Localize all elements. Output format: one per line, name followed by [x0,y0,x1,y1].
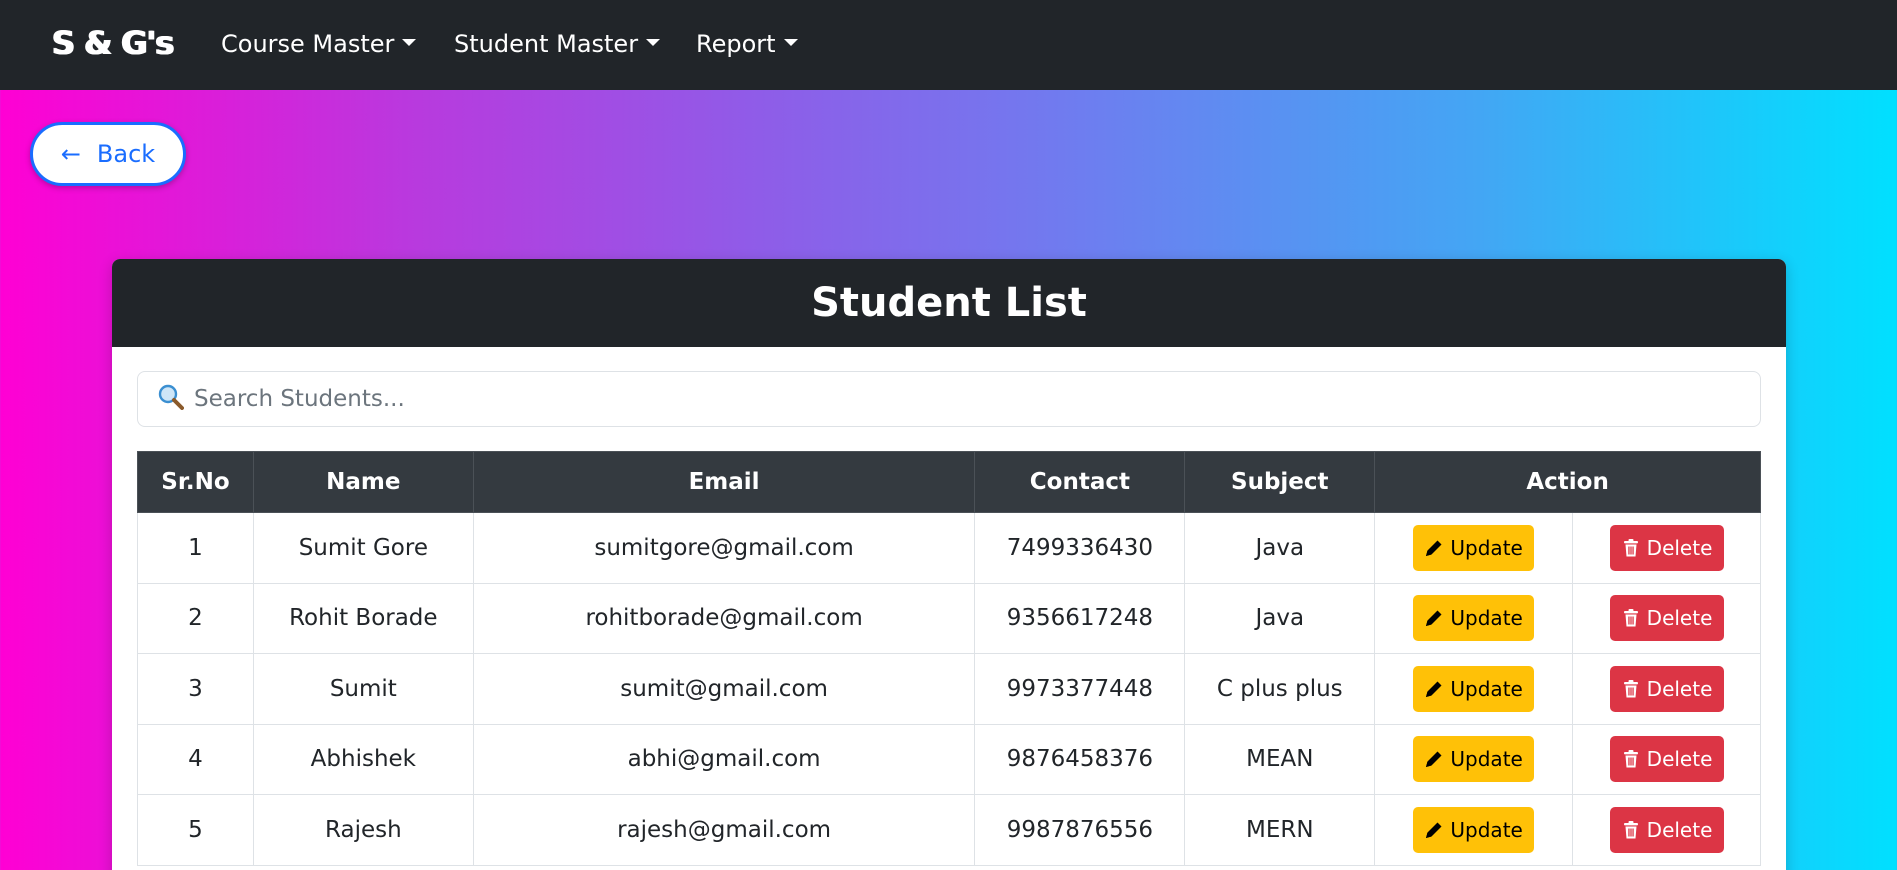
cell-subject: Java [1184,512,1376,584]
cell-contact: 9876458376 [974,723,1186,795]
table-header-row: Sr.No Name Email Contact Subject Action [137,451,1761,513]
back-button[interactable]: ← Back [30,122,186,186]
delete-button[interactable]: Delete [1609,806,1724,853]
pencil-icon [1426,822,1442,838]
update-label: Update [1450,747,1523,772]
trash-icon [1623,679,1638,698]
pencil-icon [1426,681,1442,697]
cell-delete: Delete [1572,582,1761,654]
update-label: Update [1450,676,1523,701]
update-button[interactable]: Update [1413,524,1535,571]
cell-update: Update [1374,582,1574,654]
navbar: S & G's Course Master Student Master Rep… [0,0,1897,90]
cell-srno: 1 [137,512,254,584]
cell-name: Sumit [252,653,474,725]
student-table: Sr.No Name Email Contact Subject Action … [137,451,1761,866]
cell-subject: Java [1184,582,1376,654]
cell-name: Rajesh [252,794,474,866]
cell-name: Abhishek [252,723,474,795]
update-button[interactable]: Update [1413,595,1535,642]
trash-icon [1623,820,1638,839]
update-button[interactable]: Update [1413,806,1535,853]
nav-item-label: Student Master [454,30,639,58]
pencil-icon [1426,751,1442,768]
delete-button[interactable]: Delete [1609,665,1724,712]
cell-delete: Delete [1572,723,1761,795]
table-row: 2 Rohit Borade rohitborade@gmail.com 935… [137,582,1761,654]
cell-subject: MERN [1184,794,1376,866]
nav-item-label: Report [696,30,776,58]
delete-label: Delete [1646,535,1713,560]
cell-email: sumit@gmail.com [472,653,976,725]
cell-subject: C plus plus [1184,653,1376,725]
cell-delete: Delete [1572,653,1761,725]
cell-name: Sumit Gore [252,512,474,584]
cell-srno: 3 [137,653,254,725]
delete-button[interactable]: Delete [1609,595,1724,642]
delete-label: Delete [1646,747,1713,772]
cell-srno: 4 [137,723,254,795]
cell-srno: 2 [137,582,254,654]
header-action: Action [1374,451,1761,513]
delete-button[interactable]: Delete [1609,736,1724,783]
cell-subject: MEAN [1184,723,1376,795]
update-button[interactable]: Update [1413,736,1535,783]
caret-down-icon [783,38,798,46]
back-button-label: Back [96,140,156,168]
student-list-card: Student List Sr.No Name Email Contact Su… [112,259,1786,870]
arrow-left-icon: ← [60,140,81,168]
cell-delete: Delete [1572,794,1761,866]
nav-course-master-dropdown[interactable]: Course Master [221,30,417,58]
cell-email: sumitgore@gmail.com [472,512,976,584]
header-email: Email [472,451,976,513]
cell-email: abhi@gmail.com [472,723,976,795]
table-row: 3 Sumit sumit@gmail.com 9973377448 C plu… [137,653,1761,725]
table-row: 4 Abhishek abhi@gmail.com 9876458376 MEA… [137,723,1761,795]
cell-contact: 7499336430 [974,512,1186,584]
cell-name: Rohit Borade [252,582,474,654]
delete-button[interactable]: Delete [1609,524,1724,571]
trash-icon [1623,609,1638,627]
search-box [137,371,1761,427]
header-srno: Sr.No [137,451,254,513]
delete-label: Delete [1646,676,1713,701]
table-row: 1 Sumit Gore sumitgore@gmail.com 7499336… [137,512,1761,584]
update-label: Update [1450,535,1523,560]
update-button[interactable]: Update [1413,665,1535,712]
caret-down-icon [646,38,661,46]
delete-label: Delete [1646,606,1713,631]
header-name: Name [252,451,474,513]
table-row: 5 Rajesh rajesh@gmail.com 9987876556 MER… [137,794,1761,866]
cell-contact: 9356617248 [974,582,1186,654]
cell-update: Update [1374,723,1574,795]
brand-logo[interactable]: S & G's [52,24,174,62]
trash-icon [1623,538,1638,557]
cell-update: Update [1374,512,1574,584]
header-subject: Subject [1184,451,1376,513]
update-label: Update [1450,817,1523,842]
cell-email: rajesh@gmail.com [472,794,976,866]
pencil-icon [1426,540,1442,556]
cell-srno: 5 [137,794,254,866]
cell-email: rohitborade@gmail.com [472,582,976,654]
cell-update: Update [1374,794,1574,866]
pencil-icon [1426,610,1442,627]
caret-down-icon [402,38,417,46]
cell-contact: 9987876556 [974,794,1186,866]
update-label: Update [1450,606,1523,631]
nav-item-label: Course Master [221,30,395,58]
nav-report-dropdown[interactable]: Report [696,30,798,58]
header-contact: Contact [974,451,1186,513]
search-input[interactable] [194,386,1694,412]
cell-update: Update [1374,653,1574,725]
cell-delete: Delete [1572,512,1761,584]
cell-contact: 9973377448 [974,653,1186,725]
delete-label: Delete [1646,817,1713,842]
card-title: Student List [112,259,1786,347]
nav-student-master-dropdown[interactable]: Student Master [454,30,661,58]
trash-icon [1623,750,1638,768]
magnifier-icon [158,384,184,415]
